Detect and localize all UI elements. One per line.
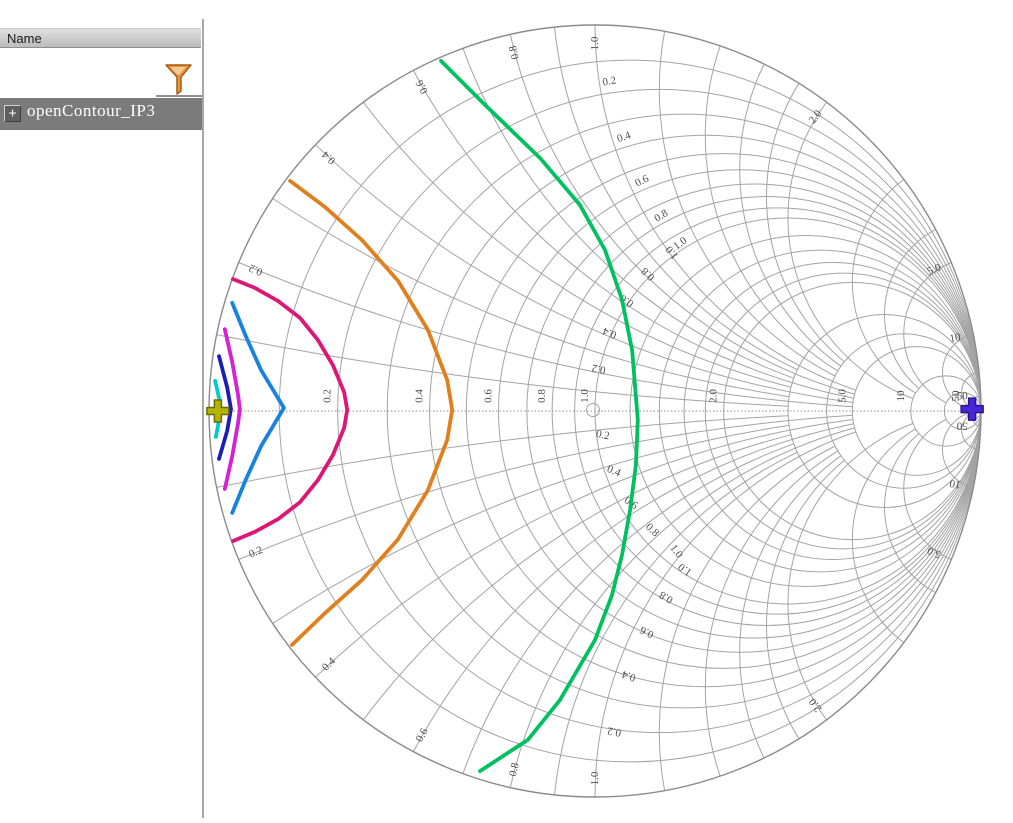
plot-tree-panel: Name + openContour_IP3 xyxy=(0,0,205,823)
tree-item-opencontour-ip3[interactable]: + openContour_IP3 xyxy=(0,98,202,130)
reactance-arc xyxy=(740,456,841,758)
rim-reactance-label: 0.6 xyxy=(414,726,431,744)
inner-resistance-label: 0.2 xyxy=(606,724,622,738)
inner-resistance-label: 0.4 xyxy=(615,129,632,145)
inner-resistance-label: 0.6 xyxy=(638,623,656,640)
filter-button[interactable] xyxy=(156,58,202,96)
contour-level-7 xyxy=(441,61,638,771)
inner-reactance-label: 0.8 xyxy=(639,264,658,283)
rim-reactance-label: 50 xyxy=(956,390,968,402)
axis-resistance-label: 2.0 xyxy=(708,389,720,403)
tree-item-label: openContour_IP3 xyxy=(27,101,155,121)
rim-reactance-label: 0.6 xyxy=(413,77,430,95)
reactance-arc xyxy=(363,435,791,720)
rim-reactance-label: 0.8 xyxy=(507,44,522,61)
reactance-arc xyxy=(767,460,845,739)
reactance-arc xyxy=(363,102,791,387)
inner-reactance-label: 0.4 xyxy=(601,324,619,341)
rim-reactance-label: 10 xyxy=(948,477,962,491)
reactance-arc xyxy=(595,25,856,390)
rim-reactance-label: 0.2 xyxy=(247,544,264,560)
panel-divider[interactable] xyxy=(202,19,204,818)
reactance-arc xyxy=(767,83,845,362)
contour-plot-window: 0.20.40.60.81.02.05.010500.20.20.40.40.6… xyxy=(0,0,1013,823)
contour-level-6 xyxy=(290,181,452,645)
inner-reactance-label: 0.2 xyxy=(591,362,607,376)
reactance-arc xyxy=(555,452,798,795)
contour-level-5 xyxy=(233,279,347,541)
inner-reactance-label: 0.4 xyxy=(605,463,623,480)
axis-resistance-label: 0.4 xyxy=(414,389,426,403)
axis-resistance-label: 0.6 xyxy=(483,389,495,403)
resistance-circle xyxy=(659,250,981,572)
inner-resistance-label: 0.6 xyxy=(633,172,651,189)
name-column-header[interactable]: Name xyxy=(0,28,201,48)
name-column-label: Name xyxy=(7,31,42,46)
rim-reactance-label: 0.2 xyxy=(247,262,264,278)
rim-reactance-label: 2.0 xyxy=(806,695,824,714)
rim-reactance-label: 5.0 xyxy=(925,544,943,561)
rim-reactance-label: 10 xyxy=(949,331,963,345)
inner-resistance-label: 0.8 xyxy=(652,207,670,225)
inner-resistance-label: 0.4 xyxy=(620,668,637,684)
rim-reactance-label: 5.0 xyxy=(926,261,944,278)
axis-resistance-label: 0.8 xyxy=(536,389,548,403)
reactance-arc xyxy=(740,64,841,366)
rim-reactance-label: 0.8 xyxy=(507,761,522,778)
rim-reactance-label: 1.0 xyxy=(589,771,601,785)
expand-icon[interactable]: + xyxy=(4,105,21,122)
center-point-marker xyxy=(587,404,600,417)
axis-resistance-label: 10 xyxy=(895,390,907,402)
funnel-icon xyxy=(156,58,202,96)
inner-resistance-label: 0.8 xyxy=(657,588,675,606)
axis-resistance-label: 0.2 xyxy=(322,389,334,403)
rim-reactance-label: 50 xyxy=(956,419,968,431)
rim-reactance-label: 1.0 xyxy=(589,36,601,50)
reactance-arc xyxy=(555,27,798,370)
rim-reactance-label: 2.0 xyxy=(807,107,825,126)
axis-resistance-label: 1.0 xyxy=(579,389,591,403)
axis-resistance-label: 5.0 xyxy=(836,389,848,403)
max-marker[interactable] xyxy=(207,400,229,422)
inner-resistance-label: 0.2 xyxy=(601,74,617,88)
filter-divider xyxy=(156,95,202,97)
inner-reactance-label: 1.0 xyxy=(667,542,685,561)
inner-resistance-label: 1.0 xyxy=(676,560,695,578)
